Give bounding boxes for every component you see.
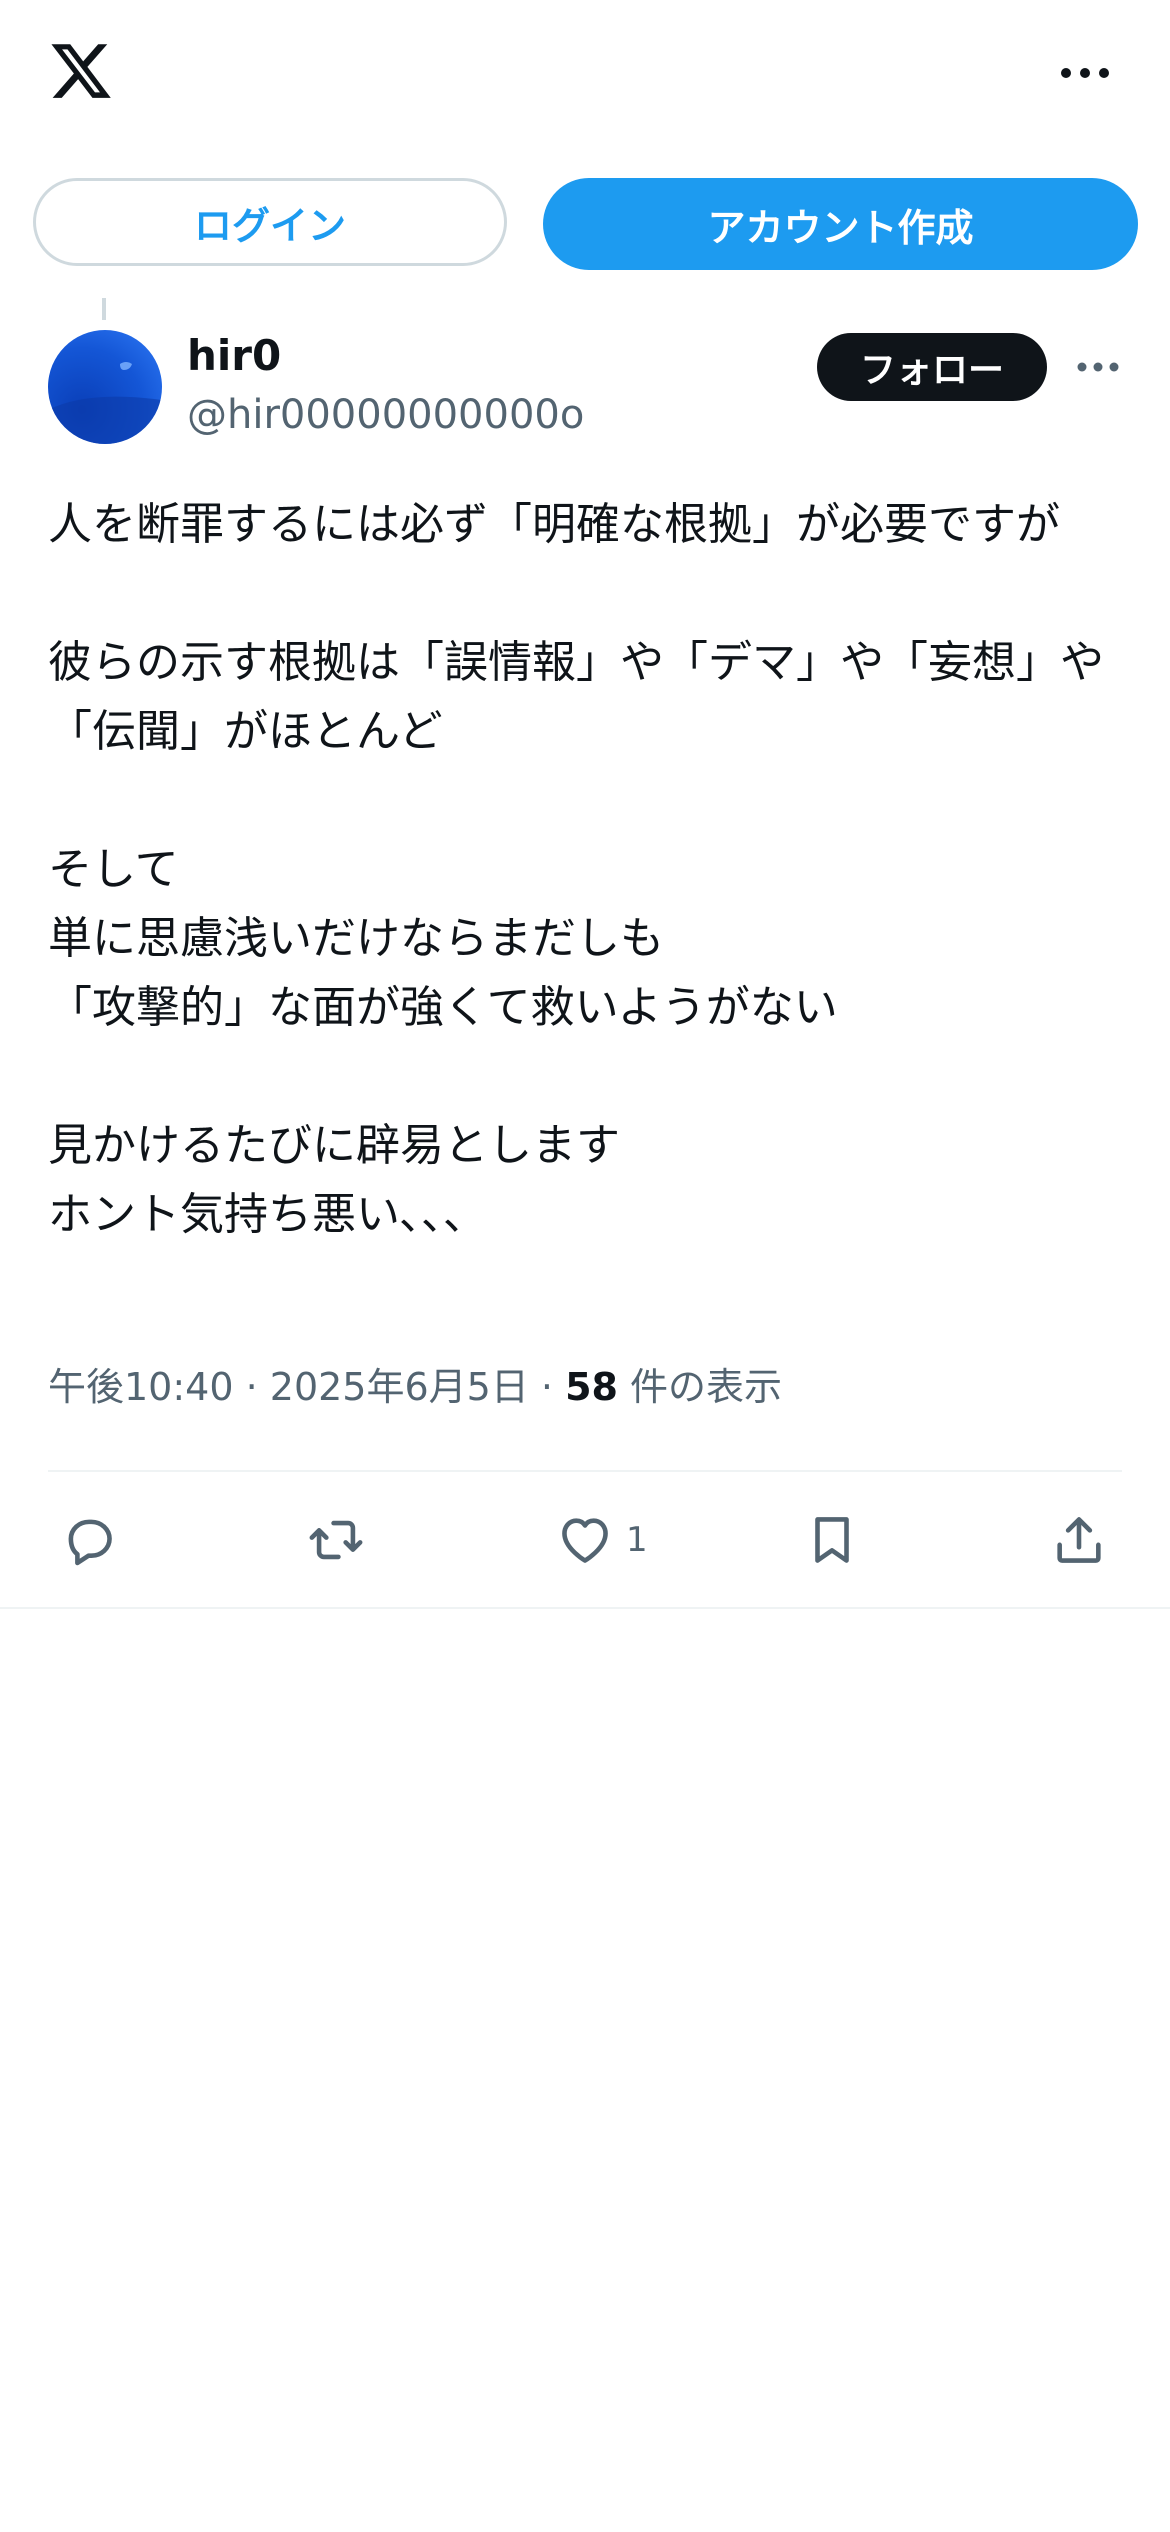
top-bar <box>0 0 1170 160</box>
views-label: 件の表示 <box>617 1365 783 1409</box>
like-button[interactable]: 1 <box>556 1500 648 1580</box>
post-meta: 午後10:40 · 2025年6月5日 · 58 件の表示 <box>48 1362 782 1412</box>
bookmark-icon <box>815 1517 849 1563</box>
login-button[interactable]: ログイン <box>33 178 507 266</box>
bookmark-button[interactable] <box>803 1500 861 1580</box>
action-bar: 1 <box>0 1500 1170 1580</box>
share-button[interactable] <box>1050 1500 1108 1580</box>
share-icon <box>1057 1517 1101 1563</box>
like-count: 1 <box>626 1520 648 1560</box>
create-account-button[interactable]: アカウント作成 <box>543 178 1138 270</box>
follow-button[interactable]: フォロー <box>817 333 1047 401</box>
post-bottom-border <box>0 1607 1170 1609</box>
post-date[interactable]: 2025年6月5日 <box>270 1365 529 1409</box>
heart-icon <box>562 1518 608 1563</box>
thread-line <box>102 298 106 320</box>
reply-icon <box>68 1519 112 1566</box>
meta-separator: · <box>528 1365 566 1409</box>
author-display-name[interactable]: hir0 <box>187 330 281 382</box>
post-more-icon[interactable] <box>1077 358 1119 376</box>
more-horizontal-icon[interactable] <box>1060 62 1110 84</box>
reply-button[interactable] <box>60 1500 118 1580</box>
retweet-button[interactable] <box>305 1500 367 1580</box>
avatar[interactable] <box>48 330 162 444</box>
post-text: 人を断罪するには必ず「明確な根拠」が必要ですが 彼らの示す根拠は「誤情報」や「デ… <box>48 499 1104 1240</box>
post-time[interactable]: 午後10:40 <box>48 1365 234 1409</box>
author-handle[interactable]: @hir00000000000o <box>187 390 584 440</box>
retweet-icon <box>309 1520 363 1560</box>
divider <box>48 1470 1122 1472</box>
x-logo-icon[interactable] <box>46 38 116 104</box>
views-count: 58 <box>565 1365 618 1409</box>
auth-buttons: ログイン アカウント作成 <box>0 178 1170 270</box>
meta-separator: · <box>233 1365 270 1409</box>
